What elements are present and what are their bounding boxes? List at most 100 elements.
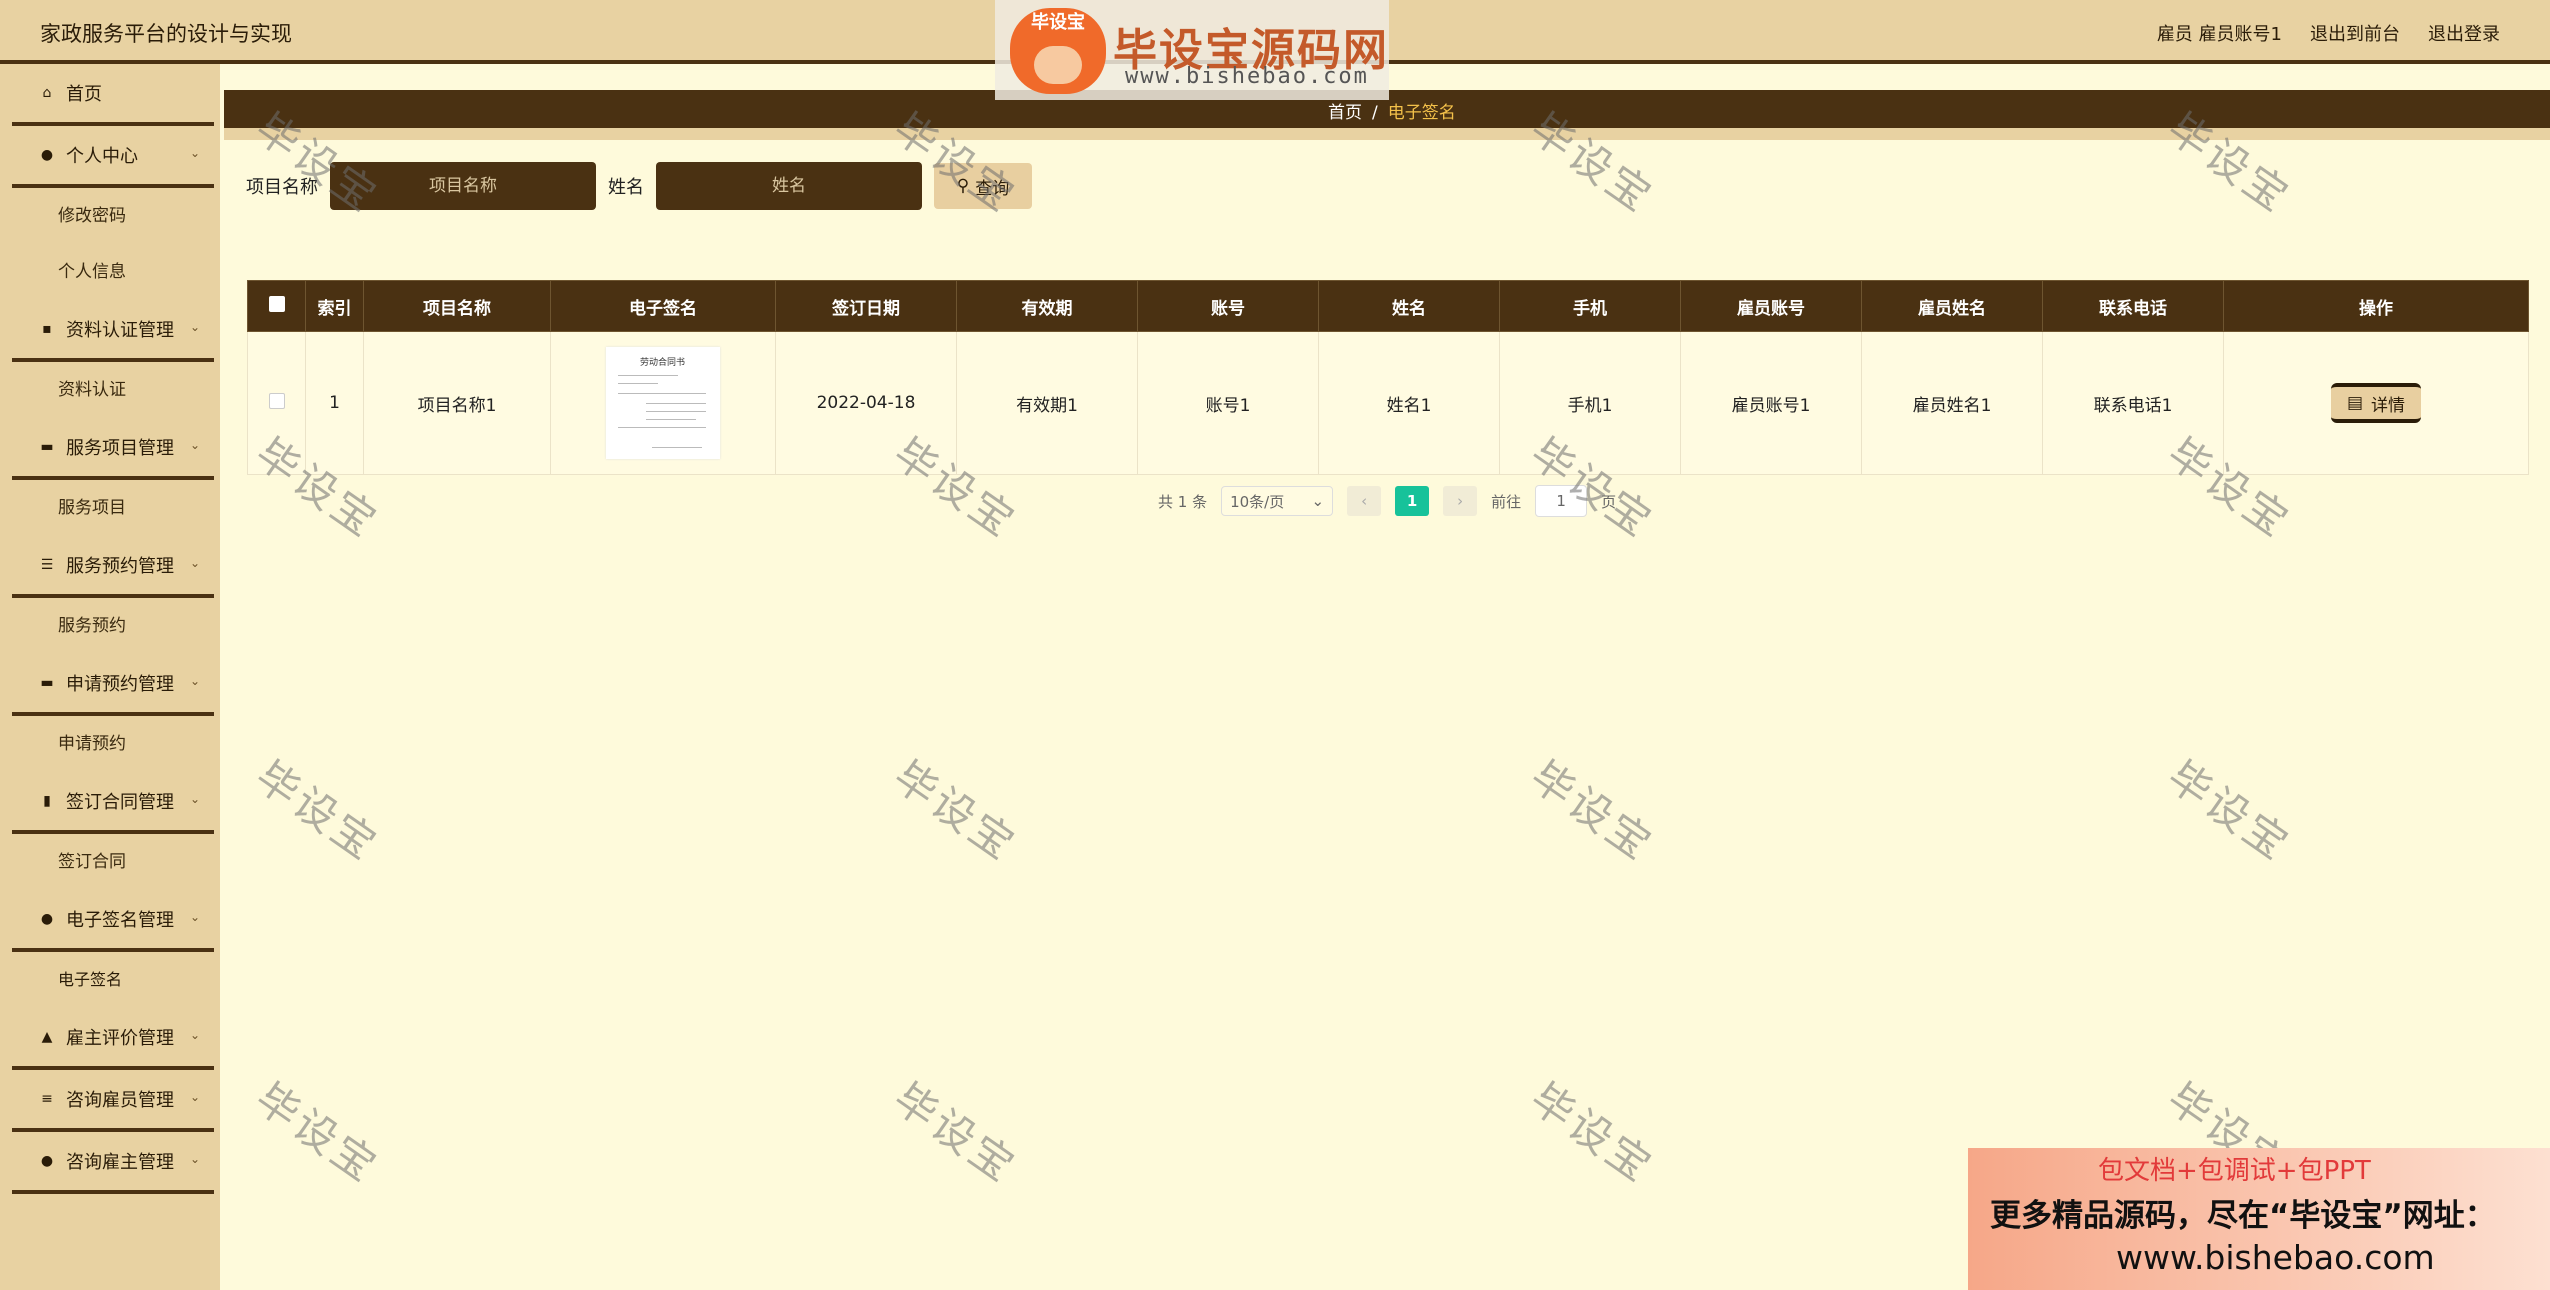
chart-icon: ▮ [43,793,51,809]
chevron-down-icon: ⌄ [189,792,200,806]
breadcrumb-current: 电子签名 [1387,103,1456,123]
name-label: 姓名 [608,177,644,198]
home-icon: ⌂ [42,85,52,101]
chevron-right-icon: › [1457,492,1464,510]
bulb-icon: ● [40,911,54,927]
search-form: 项目名称 姓名 ⚲ 查询 [246,162,1032,210]
sidebar-group-consult-employee[interactable]: ≡ 咨询雇员管理 ⌄ [12,1070,214,1132]
sidebar-item-verification[interactable]: 资料认证 [0,362,220,418]
page-number[interactable]: 1 [1395,486,1430,516]
user-icon: ● [40,147,54,163]
page-size-value: 10条/页 [1230,492,1285,511]
top-right-nav: 雇员 雇员账号1 退出到前台 退出登录 [2157,20,2500,46]
sidebar-group-label: 服务预约管理 [66,556,174,577]
table-header-row: 索引 项目名称 电子签名 签订日期 有效期 账号 姓名 手机 雇员账号 雇员姓名… [247,280,2529,332]
monitor-icon: ▬ [40,675,54,691]
chevron-down-icon: ⌄ [1311,492,1325,510]
sidebar-group-label: 签订合同管理 [66,792,174,813]
chevron-down-icon: ⌄ [189,146,200,160]
sidebar-item-change-password[interactable]: 修改密码 [0,188,220,244]
detail-button-label: 详情 [2371,395,2406,416]
next-page-button[interactable]: › [1443,486,1478,516]
logo-url: www.bishebao.com [1125,64,1369,89]
phone-cell: 手机1 [1499,331,1681,475]
sidebar-item-home[interactable]: ⌂ 首页 [12,64,214,126]
select-all-checkbox[interactable] [268,295,285,312]
page-size-select[interactable]: 10条/页 ⌄ [1221,486,1334,516]
breadcrumb: 首页 / 电子签名 [1328,98,1456,123]
signature-image[interactable]: 劳动合同书 [606,347,720,459]
project-name-input[interactable] [330,162,596,210]
back-to-front-link[interactable]: 退出到前台 [2310,20,2400,46]
chevron-down-icon: ⌄ [189,674,200,688]
watermark: 毕设宝 [2158,751,2300,871]
row-checkbox[interactable] [268,392,285,409]
search-icon: ⚲ [956,176,970,196]
chevron-down-icon: ⌄ [189,320,200,334]
sidebar-group-apply-booking[interactable]: ▬ 申请预约管理 ⌄ [12,654,214,716]
chat-icon: ▬ [40,439,54,455]
column-header: 操作 [2223,280,2529,332]
sidebar-group-service-project[interactable]: ▬ 服务项目管理 ⌄ [12,418,214,480]
promo-line-2: 更多精品源码，尽在“毕设宝”网址： [1990,1198,2496,1234]
query-button-label: 查询 [975,178,1010,199]
prev-page-button[interactable]: ‹ [1347,486,1382,516]
sidebar-group-label: 电子签名管理 [66,910,174,931]
promo-banner: 包文档+包调试+包PPT 更多精品源码，尽在“毕设宝”网址： www.bishe… [1968,1148,2550,1290]
data-table: 索引 项目名称 电子签名 签订日期 有效期 账号 姓名 手机 雇员账号 雇员姓名… [247,280,2529,475]
logout-link[interactable]: 退出登录 [2428,20,2500,46]
select-all-header[interactable] [247,280,306,332]
row-select-cell[interactable] [247,331,306,475]
watermark: 毕设宝 [246,751,388,871]
sidebar-group-label: 咨询雇主管理 [66,1152,174,1173]
thumb-icon: ▲ [41,1029,53,1045]
sidebar-group-service-booking[interactable]: ☰ 服务预约管理 ⌄ [12,536,214,598]
sidebar-item-label: 首页 [66,84,102,105]
watermark: 毕设宝 [884,1073,1026,1193]
goto-prefix: 前往 [1491,492,1522,511]
promo-line-1: 包文档+包调试+包PPT [2098,1156,2371,1186]
sidebar-group-label: 资料认证管理 [66,320,174,341]
query-button[interactable]: ⚲ 查询 [934,163,1032,209]
sliders-icon: ☰ [40,557,54,573]
current-user: 雇员 雇员账号1 [2156,24,2282,45]
sidebar-item-service-booking[interactable]: 服务预约 [0,598,220,654]
watermark: 毕设宝 [884,751,1026,871]
detail-button[interactable]: ▤ 详情 [2331,383,2421,423]
column-header: 雇员账号 [1680,280,1862,332]
sidebar-item-e-signature[interactable]: 电子签名 [0,952,220,1008]
valid-cell: 有效期1 [956,331,1138,475]
chevron-down-icon: ⌄ [189,556,200,570]
watermark: 毕设宝 [1521,1073,1663,1193]
sidebar-group-consult-employer[interactable]: ● 咨询雇主管理 ⌄ [12,1132,214,1194]
contact-cell: 联系电话1 [2042,331,2224,475]
sidebar-group-verification[interactable]: ▪ 资料认证管理 ⌄ [12,300,214,362]
table-row: 1 项目名称1 劳动合同书 2022-04-18 有效期1 账号1 姓名1 手机… [247,331,2529,475]
name-cell: 姓名1 [1318,331,1500,475]
project-cell: 项目名称1 [363,331,551,475]
sidebar-item-apply-booking[interactable]: 申请预约 [0,716,220,772]
chevron-down-icon: ⌄ [189,1090,200,1104]
column-header: 索引 [305,280,364,332]
name-input[interactable] [656,162,922,210]
breadcrumb-separator: / [1372,103,1378,123]
sidebar-group-personal[interactable]: ● 个人中心 ⌄ [12,126,214,188]
column-header: 账号 [1137,280,1319,332]
sidebar-group-e-signature[interactable]: ● 电子签名管理 ⌄ [12,890,214,952]
breadcrumb-home[interactable]: 首页 [1328,103,1362,123]
column-header: 雇员姓名 [1861,280,2043,332]
employee-name-cell: 雇员姓名1 [1861,331,2043,475]
sidebar-group-contract[interactable]: ▮ 签订合同管理 ⌄ [12,772,214,834]
sidebar-item-personal-info[interactable]: 个人信息 [0,244,220,300]
column-header: 电子签名 [550,280,776,332]
promo-line-3: www.bishebao.com [2116,1238,2435,1277]
sidebar-item-service-project[interactable]: 服务项目 [0,480,220,536]
document-icon: ▤ [2346,393,2364,413]
sidebar-group-label: 雇主评价管理 [66,1028,174,1049]
action-cell: ▤ 详情 [2223,331,2529,475]
account-cell: 账号1 [1137,331,1319,475]
sidebar-item-contract[interactable]: 签订合同 [0,834,220,890]
sidebar-group-employer-review[interactable]: ▲ 雇主评价管理 ⌄ [12,1008,214,1070]
signature-cell: 劳动合同书 [550,331,776,475]
goto-page-input[interactable]: 1 [1535,485,1588,517]
